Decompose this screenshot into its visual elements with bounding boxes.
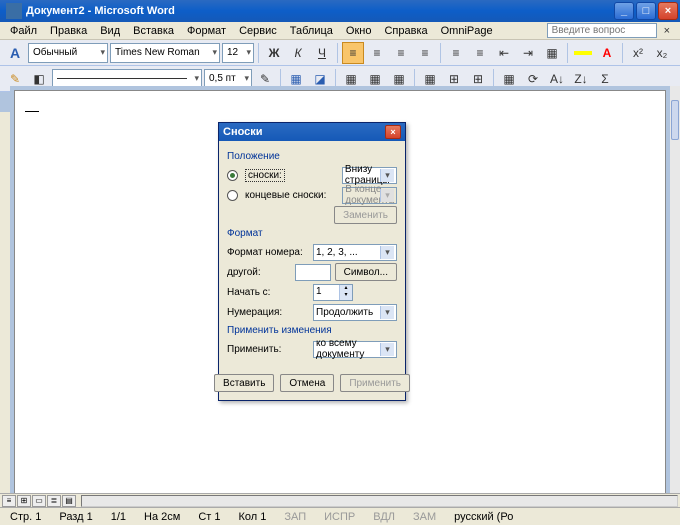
status-trk: ИСПР [320,511,359,523]
font-combo[interactable]: Times New Roman [110,43,220,63]
dialog-title: Сноски [223,126,263,138]
status-at: На 2см [140,511,184,523]
view-web-icon[interactable]: ⊞ [17,495,31,507]
menu-omnipage[interactable]: OmniPage [435,24,499,38]
horizontal-scrollbar[interactable] [81,495,678,507]
superscript-button[interactable]: x² [627,42,649,64]
dialog-titlebar[interactable]: Сноски × [219,123,405,141]
window-title: Документ2 - Microsoft Word [26,5,175,17]
view-print-icon[interactable]: ▭ [32,495,46,507]
menu-tools[interactable]: Сервис [233,24,283,38]
menu-insert[interactable]: Вставка [127,24,180,38]
formatting-toolbar: A Обычный Times New Roman 12 Ж К Ч ≡ ≡ ≡… [0,40,680,66]
label-startat: Начать с: [227,287,309,298]
menu-table[interactable]: Таблица [284,24,339,38]
section-format: Формат [227,228,397,239]
view-reading-icon[interactable]: ▤ [62,495,76,507]
view-icons-row: ≡ ⊞ ▭ ≣ ▤ [0,493,680,507]
highlight-button[interactable] [572,42,594,64]
bold-button[interactable]: Ж [263,42,285,64]
status-section: Разд 1 [55,511,96,523]
label-numbering: Нумерация: [227,307,309,318]
dialog-close-button[interactable]: × [385,125,401,139]
increase-indent-button[interactable]: ⇥ [517,42,539,64]
status-pages: 1/1 [107,511,130,523]
label-other: другой: [227,267,291,278]
decrease-indent-button[interactable]: ⇤ [493,42,515,64]
close-button[interactable]: × [658,2,678,20]
align-right-button[interactable]: ≡ [390,42,412,64]
statusbar: Стр. 1 Разд 1 1/1 На 2см Ст 1 Кол 1 ЗАП … [0,507,680,525]
bulleted-list-button[interactable]: ≡ [469,42,491,64]
insert-button[interactable]: Вставить [214,374,274,392]
fontsize-combo[interactable]: 12 [222,43,254,63]
status-line: Ст 1 [194,511,224,523]
vertical-scrollbar[interactable] [670,86,680,493]
radio-footnote-label[interactable]: сноски: [245,169,285,182]
status-col: Кол 1 [234,511,270,523]
label-applyto: Применить: [227,344,309,355]
label-numformat: Формат номера: [227,247,309,258]
status-lang: русский (Ро [450,511,517,523]
word-icon [6,3,22,19]
footnote-location-select[interactable]: Внизу страницы [342,167,397,184]
section-apply: Применить изменения [227,325,397,336]
menubar: Файл Правка Вид Вставка Формат Сервис Та… [0,22,680,40]
menu-help[interactable]: Справка [378,24,433,38]
menu-window[interactable]: Окно [340,24,378,38]
convert-button: Заменить [334,206,397,224]
borders-button[interactable]: ▦ [541,42,563,64]
font-color-button[interactable]: A [596,42,618,64]
menu-view[interactable]: Вид [94,24,126,38]
number-format-select[interactable]: 1, 2, 3, ... [313,244,397,261]
start-at-spinner[interactable]: 1 [313,284,353,301]
view-normal-icon[interactable]: ≡ [2,495,16,507]
radio-footnote[interactable] [227,170,238,181]
status-ovr: ЗАМ [409,511,440,523]
view-outline-icon[interactable]: ≣ [47,495,61,507]
endnote-location-select: В конце документа [342,187,397,204]
menu-format[interactable]: Формат [181,24,232,38]
window-titlebar: Документ2 - Microsoft Word _ □ × [0,0,680,22]
apply-to-select[interactable]: ко всему документу [313,341,397,358]
numbered-list-button[interactable]: ≡ [445,42,467,64]
status-ext: ВДЛ [369,511,399,523]
menu-file[interactable]: Файл [4,24,43,38]
footnotes-dialog: Сноски × Положение сноски: Внизу страниц… [218,122,406,401]
apply-button: Применить [340,374,410,392]
maximize-button[interactable]: □ [636,2,656,20]
style-combo[interactable]: Обычный [28,43,108,63]
minimize-button[interactable]: _ [614,2,634,20]
symbol-button[interactable]: Символ... [335,263,397,281]
subscript-button[interactable]: x₂ [651,42,673,64]
radio-endnote[interactable] [227,190,238,201]
align-center-button[interactable]: ≡ [366,42,388,64]
text-cursor-line [25,111,39,112]
align-left-button[interactable]: ≡ [342,42,364,64]
status-rec: ЗАП [280,511,310,523]
doc-close-button[interactable]: × [658,24,676,38]
cancel-button[interactable]: Отмена [280,374,334,392]
underline-button[interactable]: Ч [311,42,333,64]
italic-button[interactable]: К [287,42,309,64]
status-page: Стр. 1 [6,511,45,523]
custom-mark-input[interactable] [295,264,331,281]
help-question-box[interactable] [547,23,657,38]
styles-pane-icon[interactable]: A [4,42,26,64]
menu-edit[interactable]: Правка [44,24,93,38]
radio-endnote-label[interactable]: концевые сноски: [245,190,326,201]
align-justify-button[interactable]: ≡ [414,42,436,64]
numbering-select[interactable]: Продолжить [313,304,397,321]
section-position: Положение [227,151,397,162]
